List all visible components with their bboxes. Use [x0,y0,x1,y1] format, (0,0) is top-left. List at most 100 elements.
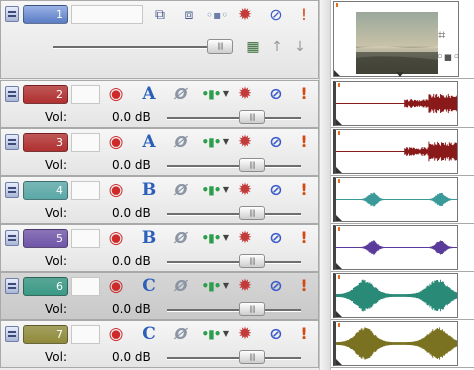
volume-value[interactable]: 0.0 dB [112,110,151,124]
compositing-mode-icon[interactable]: ⧉ [150,7,170,23]
bus-route-icon[interactable]: •▮• [199,229,223,247]
audio-track-header[interactable]: 5 ◉ B Ø •▮• ▼ ✹ ⊘ ! Vol: 0.0 dB [0,224,319,272]
invert-phase-icon[interactable]: Ø [172,181,190,199]
volume-value[interactable]: 0.0 dB [112,158,151,172]
audio-track-lane[interactable] [331,320,474,368]
bus-route-icon[interactable]: ◦▪◦ [206,7,228,23]
minimize-track-button[interactable] [5,326,19,342]
arm-record-icon[interactable]: ◉ [107,181,125,199]
panning-mode-icon[interactable]: C [141,277,157,295]
minimize-track-button[interactable] [5,6,19,22]
pan-route-icon[interactable]: ◦▪◦ [436,50,460,65]
volume-value[interactable]: 0.0 dB [112,302,151,316]
video-track-header[interactable]: 1 ⧉ ⧈ ◦▪◦ ✹ ⊘ ! ▦ ↑ ↓ [0,0,319,79]
track-name-field[interactable] [71,277,100,296]
event-corner-handle[interactable] [334,70,340,76]
track-number[interactable]: 7 [23,325,68,344]
minimize-track-button[interactable] [5,134,19,150]
track-fx-icon[interactable]: ✹ [235,229,255,247]
arm-record-icon[interactable]: ◉ [107,133,125,151]
mute-icon[interactable]: ⊘ [267,229,285,247]
solo-icon[interactable]: ! [299,85,309,103]
audio-track-lane[interactable] [331,176,474,224]
chevron-down-icon[interactable]: ▼ [222,277,230,295]
volume-slider-thumb[interactable] [239,350,265,364]
minimize-track-button[interactable] [5,182,19,198]
audio-track-lane[interactable] [331,224,474,272]
event-corner-handle[interactable] [336,119,342,125]
audio-track-header[interactable]: 7 ◉ C Ø •▮• ▼ ✹ ⊘ ! Vol: 0.0 dB [0,320,319,368]
minimize-track-button[interactable] [5,86,19,102]
volume-slider-track[interactable] [167,117,301,120]
volume-slider-track[interactable] [167,213,301,216]
volume-slider-thumb[interactable] [239,254,265,268]
audio-event[interactable] [333,225,458,270]
track-fx-icon[interactable]: ✹ [235,277,255,295]
volume-value[interactable]: 0.0 dB [112,206,151,220]
track-fx-icon[interactable]: ✹ [235,7,255,24]
track-number[interactable]: 5 [23,229,68,248]
solo-icon[interactable]: ! [299,133,309,151]
invert-phase-icon[interactable]: Ø [172,229,190,247]
mute-icon[interactable]: ⊘ [267,85,285,103]
level-slider-thumb[interactable] [207,39,233,54]
bus-route-icon[interactable]: •▮• [199,181,223,199]
track-list-splitter[interactable] [319,0,331,370]
down-icon[interactable]: ↓ [292,39,308,55]
audio-event[interactable] [333,321,458,366]
arm-record-icon[interactable]: ◉ [107,277,125,295]
level-slider-track[interactable] [53,46,227,49]
solo-icon[interactable]: ! [299,229,309,247]
track-fx-icon[interactable]: ✹ [235,181,255,199]
mute-icon[interactable]: ⊘ [267,181,285,199]
solo-icon[interactable]: ! [299,277,309,295]
track-fx-icon[interactable]: ✹ [235,133,255,151]
event-corner-handle[interactable] [336,359,342,365]
arm-record-icon[interactable]: ◉ [107,229,125,247]
chevron-down-icon[interactable]: ▼ [222,325,230,343]
up-icon[interactable]: ↑ [269,39,285,55]
bus-route-icon[interactable]: •▮• [199,85,223,103]
event-corner-handle[interactable] [336,311,342,317]
audio-event[interactable] [333,81,458,126]
arm-record-icon[interactable]: ◉ [107,325,125,343]
minimize-track-button[interactable] [5,278,19,294]
audio-track-lane[interactable] [331,80,474,128]
track-number[interactable]: 6 [23,277,68,296]
video-track-lane[interactable]: ⌗ ◦▪◦ [331,0,474,79]
track-name-field[interactable] [71,229,100,248]
chevron-down-icon[interactable]: ▼ [222,133,230,151]
track-name-field[interactable] [71,133,100,152]
mute-icon[interactable]: ⊘ [267,133,285,151]
parent-pan-icon[interactable]: ⧈ [179,7,199,23]
track-name-field[interactable] [71,325,100,344]
track-name-field[interactable] [71,5,143,24]
audio-track-lane[interactable] [331,128,474,176]
bus-route-icon[interactable]: •▮• [199,133,223,151]
track-number[interactable]: 2 [23,85,68,104]
audio-track-header[interactable]: 3 ◉ A Ø •▮• ▼ ✹ ⊘ ! Vol: 0.0 dB [0,128,319,176]
audio-track-lane[interactable] [331,272,474,320]
track-name-field[interactable] [71,181,100,200]
invert-phase-icon[interactable]: Ø [172,325,190,343]
audio-track-header[interactable]: 2 ◉ A Ø •▮• ▼ ✹ ⊘ ! Vol: 0.0 dB [0,80,319,128]
mute-icon[interactable]: ⊘ [267,325,285,343]
track-number[interactable]: 3 [23,133,68,152]
invert-phase-icon[interactable]: Ø [172,85,190,103]
volume-slider-track[interactable] [167,261,301,264]
make-compositing-child-icon[interactable]: ▦ [243,39,263,55]
mute-icon[interactable]: ⊘ [267,277,285,295]
solo-icon[interactable]: ! [299,181,309,199]
volume-slider-thumb[interactable] [239,158,265,172]
panning-mode-icon[interactable]: B [141,229,157,247]
volume-slider-thumb[interactable] [239,206,265,220]
bus-route-icon[interactable]: •▮• [199,277,223,295]
volume-slider-thumb[interactable] [239,302,265,316]
event-corner-handle[interactable] [336,263,342,269]
mute-icon[interactable]: ⊘ [267,7,285,23]
audio-event[interactable] [333,177,458,222]
solo-icon[interactable]: ! [299,7,309,23]
track-fx-icon[interactable]: ✹ [235,85,255,103]
audio-event[interactable] [333,273,458,318]
audio-event[interactable] [333,129,458,174]
